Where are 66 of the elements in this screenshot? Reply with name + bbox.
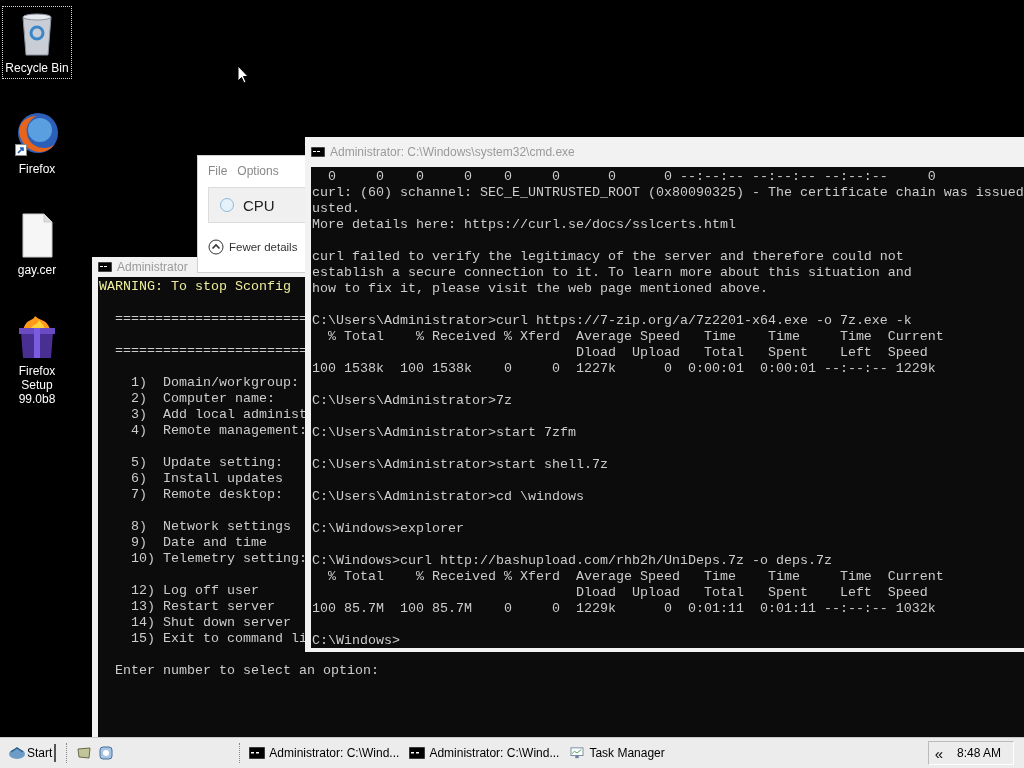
desktop-icon[interactable]: Firefox	[2, 107, 72, 180]
console-line: 10) Telemetry setting:	[130, 551, 307, 567]
console-icon	[409, 747, 426, 759]
console-line: 14) Shut down server	[130, 615, 291, 631]
console-line: how to fix it, please visit the web page mentioned above.	[312, 281, 768, 297]
console-line: ========================	[114, 311, 307, 327]
console-line: 100 1538k 100 1538k 0 0 1227k 0 0:00:01 0:00:01 --:--:-- 1229k	[312, 361, 936, 377]
start-icon	[8, 746, 26, 760]
fewer-details-button[interactable]: Fewer details	[208, 239, 305, 255]
desktop-icon[interactable]: Recycle Bin	[2, 6, 72, 79]
console-line: curl failed to verify the legitimacy of the server and therefore could not	[312, 249, 904, 265]
console-line: C:\Users\Administrator>7z	[312, 393, 512, 409]
console-line: C:\Users\Administrator>start shell.7z	[312, 457, 608, 473]
desktop-icon[interactable]: gay.cer	[2, 208, 72, 281]
mouse-cursor-icon	[237, 65, 249, 84]
console-line: 100 85.7M 100 85.7M 0 0 1229k 0 0:01:11 0:01:11 --:--:-- 1032k	[312, 601, 936, 617]
taskbar-button[interactable]: Administrator: C:\Wind...	[405, 744, 564, 762]
console-line: 2) Computer name:	[130, 391, 275, 407]
chart-monitor-icon	[569, 747, 586, 759]
console-line: 3) Add local administ	[130, 407, 307, 423]
console-icon	[249, 747, 266, 759]
console-line: 1) Domain/workgroup:	[130, 375, 299, 391]
console-line: 8) Network settings	[130, 519, 291, 535]
circle-icon	[219, 197, 235, 213]
console-icon	[98, 262, 112, 272]
menu-item[interactable]: Options	[237, 164, 279, 178]
console-line: C:\Windows>curl http://bashupload.com/rhb2h/UniDeps.7z -o deps.7z	[312, 553, 832, 569]
taskbar-button[interactable]: Task Manager	[565, 744, 669, 762]
console-line: 6) Install updates	[130, 471, 283, 487]
console-line: 5) Update setting:	[130, 455, 283, 471]
console-line: 4) Remote management:	[130, 423, 307, 439]
console-line: WARNING: To stop Sconfig	[99, 279, 291, 295]
desktop-icon[interactable]: Firefox Setup 99.0b8	[2, 309, 72, 410]
console-line: C:\Users\Administrator>curl https://7-zip.org/a/7z2201-x64.exe -o 7z.exe -k	[312, 313, 912, 329]
console-line: 15) Exit to command li	[130, 631, 307, 647]
window-title: Administrator: C:\Windows\system32\cmd.exe	[330, 145, 575, 159]
explorer-icon[interactable]	[98, 745, 115, 761]
console-line: ========================	[114, 343, 307, 359]
console-line: curl: (60) schannel: SEC_E_UNTRUSTED_ROOT (0x80090325) - The certificate chain was issued	[312, 185, 1024, 201]
console-line: % Total % Received % Xferd Average Speed Time Time Time Current	[327, 569, 944, 585]
console-line: C:\Windows>	[312, 633, 400, 648]
console-line: C:\Users\Administrator>start 7zfm	[312, 425, 576, 441]
console-line: Dload Upload Total Spent Left Speed	[574, 345, 928, 361]
console-line: 12) Log off user	[130, 583, 259, 599]
console-line: 0 0 0 0 0 0 0 0 --:--:-- --:--:-- --:--:-- 0	[327, 169, 936, 185]
console-line: C:\Windows>explorer	[312, 521, 464, 537]
console-line: C:\Users\Administrator>cd \windows	[312, 489, 584, 505]
process-item[interactable]: CPU	[208, 187, 305, 223]
show-hidden-icons-button[interactable]: «	[934, 744, 943, 762]
console-line: Dload Upload Total Spent Left Speed	[574, 585, 928, 601]
desktop-icon[interactable]	[76, 745, 93, 761]
console-line: Enter number to select an option:	[114, 663, 379, 679]
console-line: 13) Restart server	[130, 599, 275, 615]
console-line: usted.	[312, 201, 360, 217]
console-line: % Total % Received % Xferd Average Speed Time Time Time Current	[327, 329, 944, 345]
console-line: establish a secure connection to it. To learn more about this situation and	[312, 265, 912, 281]
console-icon	[311, 147, 325, 157]
start-button[interactable]: Start	[6, 744, 57, 762]
clock[interactable]: 8:48 AM	[956, 746, 1001, 760]
console-line: 9) Date and time	[130, 535, 267, 551]
taskbar-button[interactable]: Administrator: C:\Wind...	[245, 744, 404, 762]
menu-item[interactable]: File	[208, 164, 228, 178]
console-line: 7) Remote desktop:	[130, 487, 283, 503]
window-title: Administrator	[117, 260, 188, 274]
console-line: More details here: https://curl.se/docs/sslcerts.html	[312, 217, 736, 233]
chevron-up-icon	[208, 239, 224, 255]
